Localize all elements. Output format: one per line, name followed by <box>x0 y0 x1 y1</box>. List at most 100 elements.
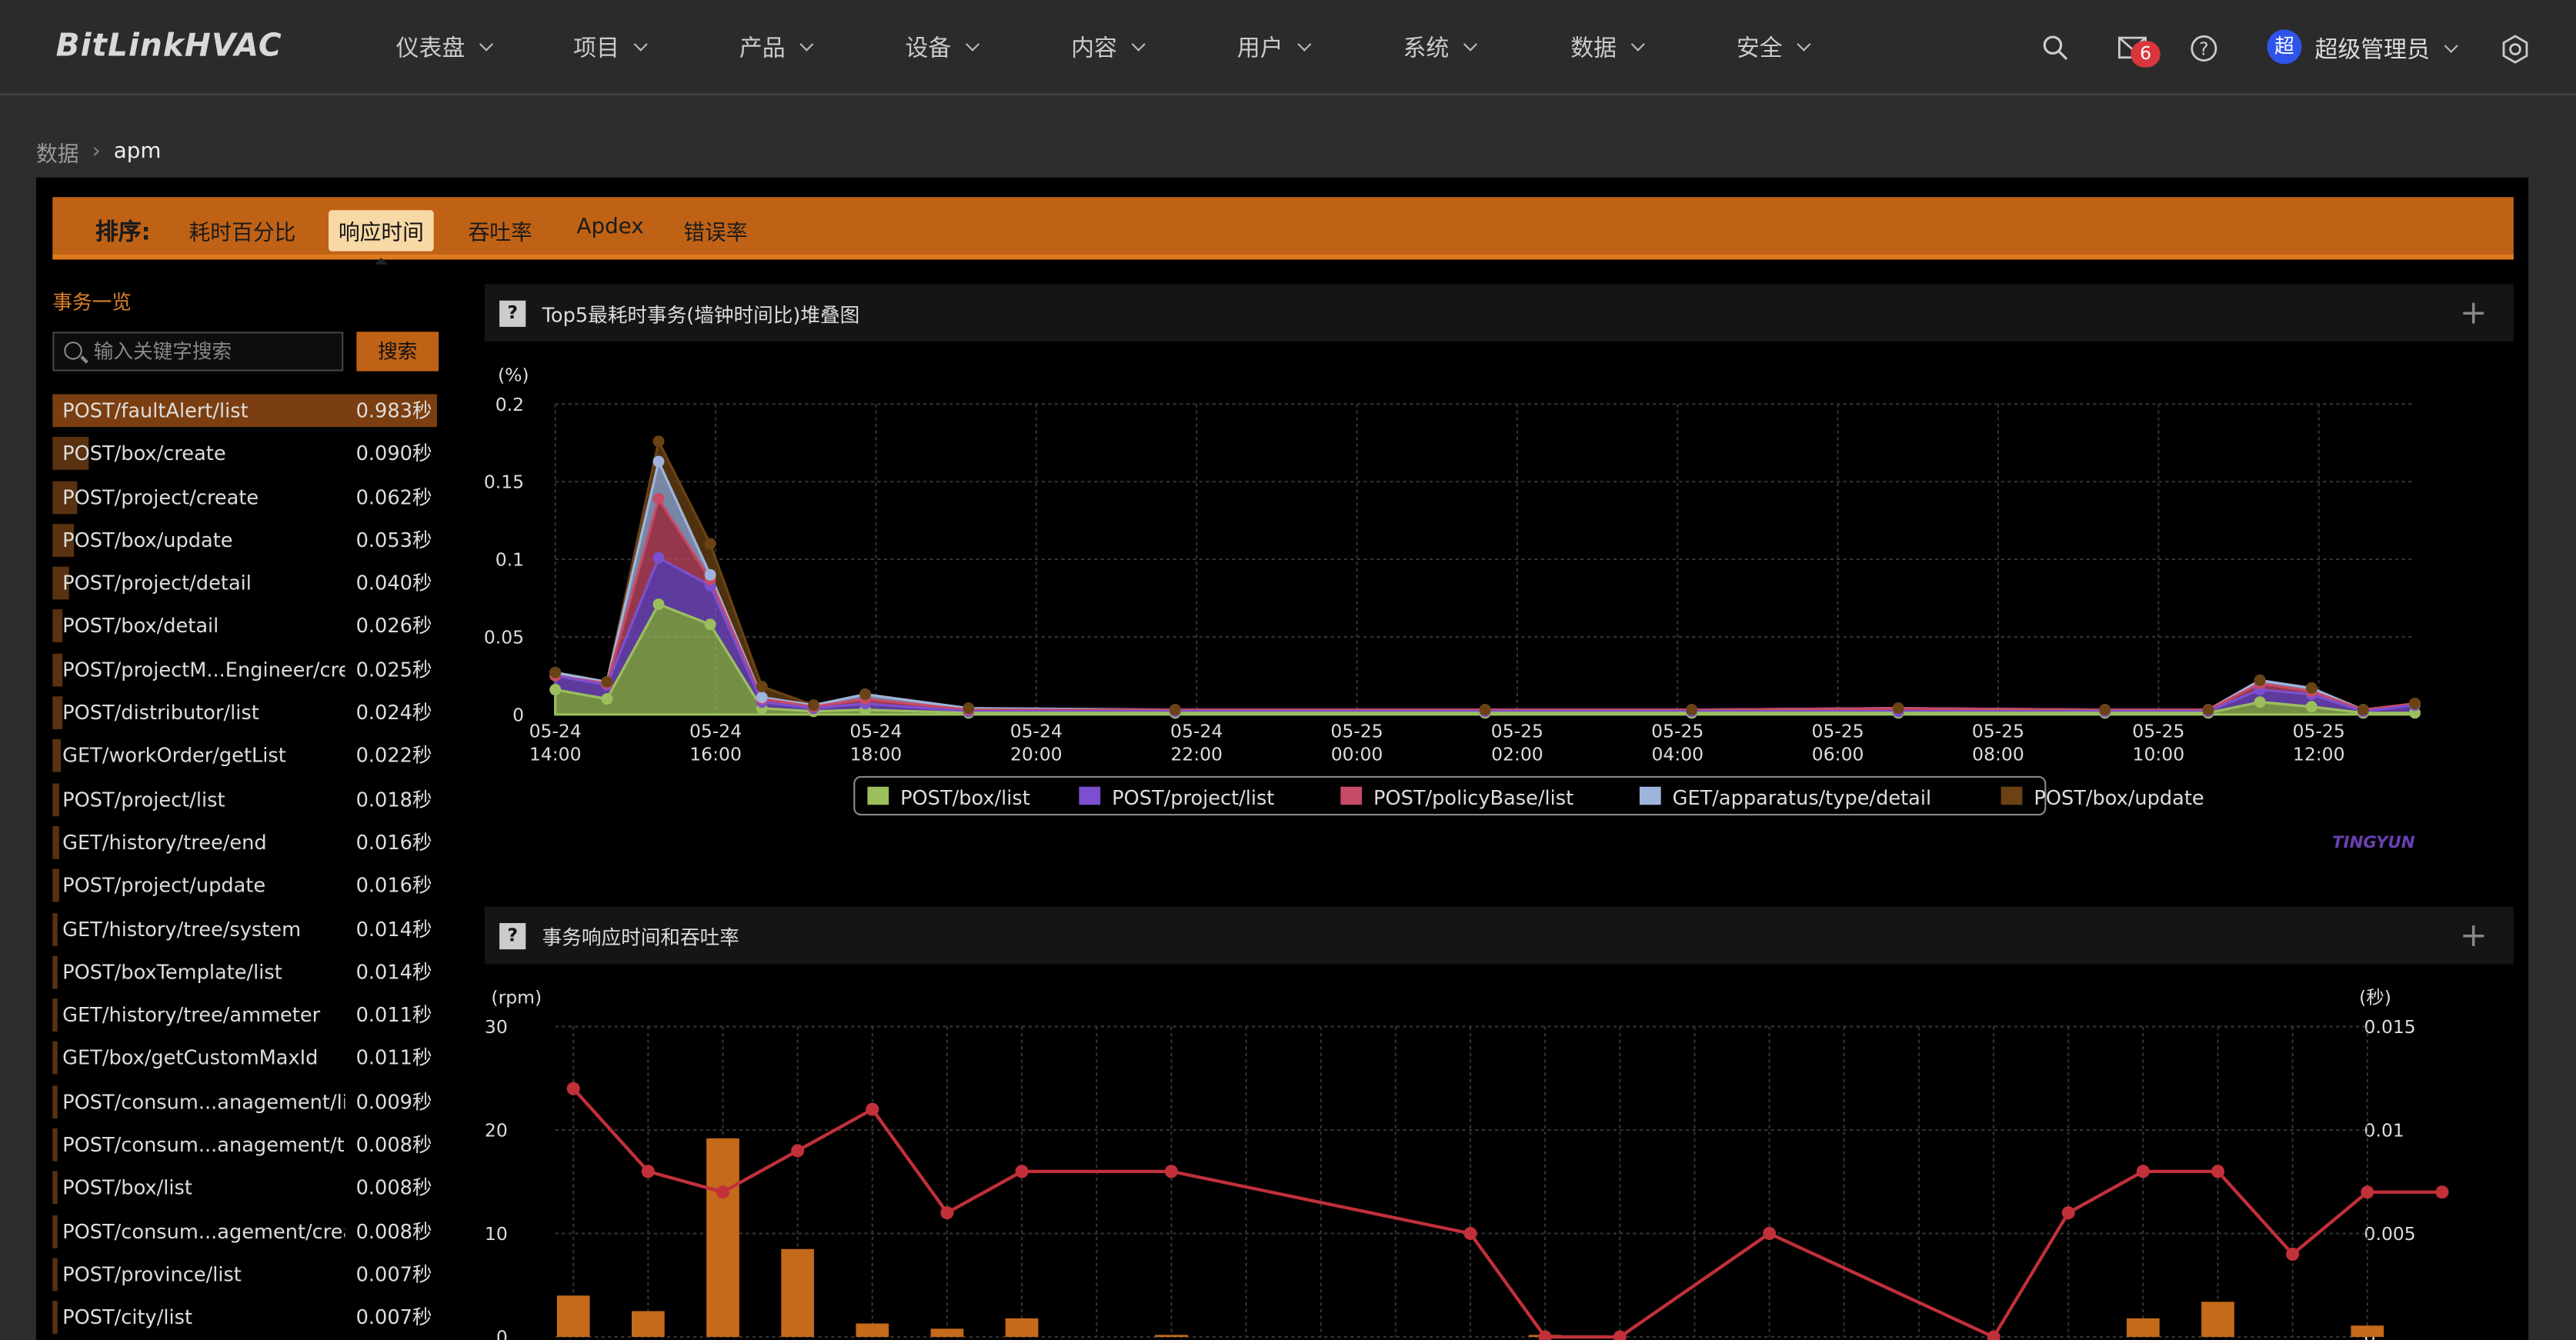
transaction-time: 0.018秒 <box>355 788 432 812</box>
data-point <box>716 1185 730 1199</box>
data-point <box>601 693 613 705</box>
transaction-time: 0.024秒 <box>355 701 432 725</box>
list-item[interactable]: POST/box/detail 0.026秒 <box>52 607 437 650</box>
data-point <box>652 435 665 448</box>
breadcrumb-parent[interactable]: 数据 <box>36 136 79 168</box>
list-item[interactable]: POST/faultAlert/list 0.983秒 <box>52 391 437 434</box>
duration-bar <box>52 998 58 1032</box>
nav-item-1[interactable]: 项目 <box>573 32 648 65</box>
data-point <box>2099 704 2111 716</box>
y-tick-label: 20 <box>485 1120 508 1142</box>
list-item[interactable]: POST/projectM...Engineer/create 0.025秒 <box>52 650 437 693</box>
help-icon[interactable]: ? <box>499 300 526 327</box>
x-tick-label: 10:00 <box>2133 744 2185 765</box>
list-item[interactable]: POST/boxTemplate/list 0.014秒 <box>52 952 437 995</box>
list-item[interactable]: GET/history/tree/ammeter 0.011秒 <box>52 995 437 1038</box>
x-tick-label: 14:00 <box>529 744 582 765</box>
search-button[interactable]: 搜索 <box>356 332 439 372</box>
list-item[interactable]: POST/box/create 0.090秒 <box>52 434 437 477</box>
sort-option-error-rate[interactable]: 错误率 <box>683 215 747 246</box>
list-item[interactable]: POST/project/update 0.016秒 <box>52 866 437 909</box>
help-icon[interactable]: ? <box>2190 35 2217 62</box>
nav-item-6[interactable]: 系统 <box>1403 32 1478 65</box>
nav-item-4[interactable]: 内容 <box>1071 32 1146 65</box>
y-tick-label: 0.05 <box>484 626 524 648</box>
list-item[interactable]: GET/box/getCustomMaxId 0.011秒 <box>52 1038 437 1082</box>
nav-item-5[interactable]: 用户 <box>1237 32 1312 65</box>
nav-item-8[interactable]: 安全 <box>1737 32 1811 65</box>
transaction-name: POST/projectM...Engineer/create <box>62 658 345 682</box>
data-point <box>704 538 716 550</box>
plus-icon[interactable]: + <box>2460 292 2488 332</box>
list-item[interactable]: POST/box/update 0.053秒 <box>52 521 437 564</box>
transaction-time: 0.008秒 <box>355 1219 432 1243</box>
y-tick-label: 0.2 <box>496 394 524 415</box>
x-tick-label: 05-24 <box>689 721 742 742</box>
x-tick-label: 05-24 <box>1010 721 1063 742</box>
bar <box>2351 1325 2384 1338</box>
list-item[interactable]: POST/city/list 0.007秒 <box>52 1298 437 1340</box>
plus-icon[interactable]: + <box>2460 915 2488 954</box>
top5-stacked-area-chart: (%)00.050.10.150.205-2414:0005-2416:0005… <box>484 364 2421 852</box>
transaction-time: 0.008秒 <box>355 1133 432 1157</box>
chevron-down-icon <box>965 37 980 52</box>
search-input[interactable]: 输入关键字搜索 <box>52 332 344 372</box>
nav-item-label: 仪表盘 <box>395 35 465 63</box>
app-logo: BitLinkHVAC <box>55 28 282 65</box>
nav-item-0[interactable]: 仪表盘 <box>395 32 494 65</box>
list-item[interactable]: GET/workOrder/getList 0.022秒 <box>52 736 437 779</box>
list-item[interactable]: POST/province/list 0.007秒 <box>52 1255 437 1298</box>
sort-option-time-percent[interactable]: 耗时百分比 <box>189 215 296 246</box>
list-item[interactable]: GET/history/tree/end 0.016秒 <box>52 823 437 866</box>
sort-label: 排序: <box>95 220 151 247</box>
search-placeholder: 输入关键字搜索 <box>93 339 232 363</box>
data-point <box>2435 1185 2449 1199</box>
list-item[interactable]: POST/distributor/list 0.024秒 <box>52 693 437 736</box>
list-item[interactable]: POST/project/detail 0.040秒 <box>52 564 437 607</box>
data-point <box>2305 682 2317 694</box>
nav-item-label: 产品 <box>739 35 786 63</box>
data-point <box>2286 1247 2300 1261</box>
list-item[interactable]: POST/consum...anagement/tree 0.008秒 <box>52 1125 437 1168</box>
nav-item-2[interactable]: 产品 <box>739 32 814 65</box>
duration-bar <box>52 1172 58 1205</box>
list-item[interactable]: GET/history/tree/system 0.014秒 <box>52 909 437 952</box>
transaction-time: 0.007秒 <box>355 1262 432 1286</box>
list-item[interactable]: POST/consum...agement/create 0.008秒 <box>52 1212 437 1255</box>
sort-option-throughput[interactable]: 吞吐率 <box>469 215 532 246</box>
x-tick-label: 20:00 <box>1010 744 1063 765</box>
transaction-name: POST/consum...anagement/list <box>62 1090 345 1114</box>
x-tick-label: 05-24 <box>849 721 902 742</box>
sort-option-response-time[interactable]: 响应时间 <box>329 210 434 252</box>
list-item[interactable]: POST/box/list 0.008秒 <box>52 1168 437 1212</box>
settings-icon[interactable] <box>2501 35 2530 64</box>
legend-label: GET/apparatus/type/detail <box>1673 787 1931 810</box>
data-point <box>866 1102 879 1116</box>
y-tick-label: 0 <box>512 704 524 725</box>
legend-label: POST/policyBase/list <box>1373 787 1573 810</box>
avatar[interactable]: 超 <box>2267 29 2302 65</box>
data-point <box>652 455 665 468</box>
list-item[interactable]: POST/project/create 0.062秒 <box>52 477 437 520</box>
data-point <box>652 492 665 505</box>
chevron-down-icon <box>479 37 494 52</box>
duration-bar <box>52 1215 58 1248</box>
y-tick-label: 0.1 <box>496 549 524 571</box>
duration-bar <box>52 696 62 730</box>
sort-option-apdex[interactable]: Apdex <box>576 215 643 240</box>
user-menu[interactable]: 超级管理员 <box>2315 33 2458 66</box>
help-icon[interactable]: ? <box>499 922 526 950</box>
list-item[interactable]: POST/project/list 0.018秒 <box>52 780 437 823</box>
data-point <box>2409 698 2421 710</box>
data-point <box>2305 701 2317 713</box>
data-point <box>756 692 768 704</box>
x-tick-label: 05-25 <box>1330 721 1383 742</box>
nav-item-7[interactable]: 数据 <box>1570 32 1645 65</box>
data-point <box>652 552 665 564</box>
list-item[interactable]: POST/consum...anagement/list 0.009秒 <box>52 1082 437 1125</box>
y-tick-label: 0.015 <box>2364 1016 2416 1038</box>
search-icon[interactable] <box>2042 35 2068 61</box>
transaction-name: POST/project/create <box>62 485 259 509</box>
data-point <box>549 684 562 696</box>
nav-item-3[interactable]: 设备 <box>905 32 980 65</box>
